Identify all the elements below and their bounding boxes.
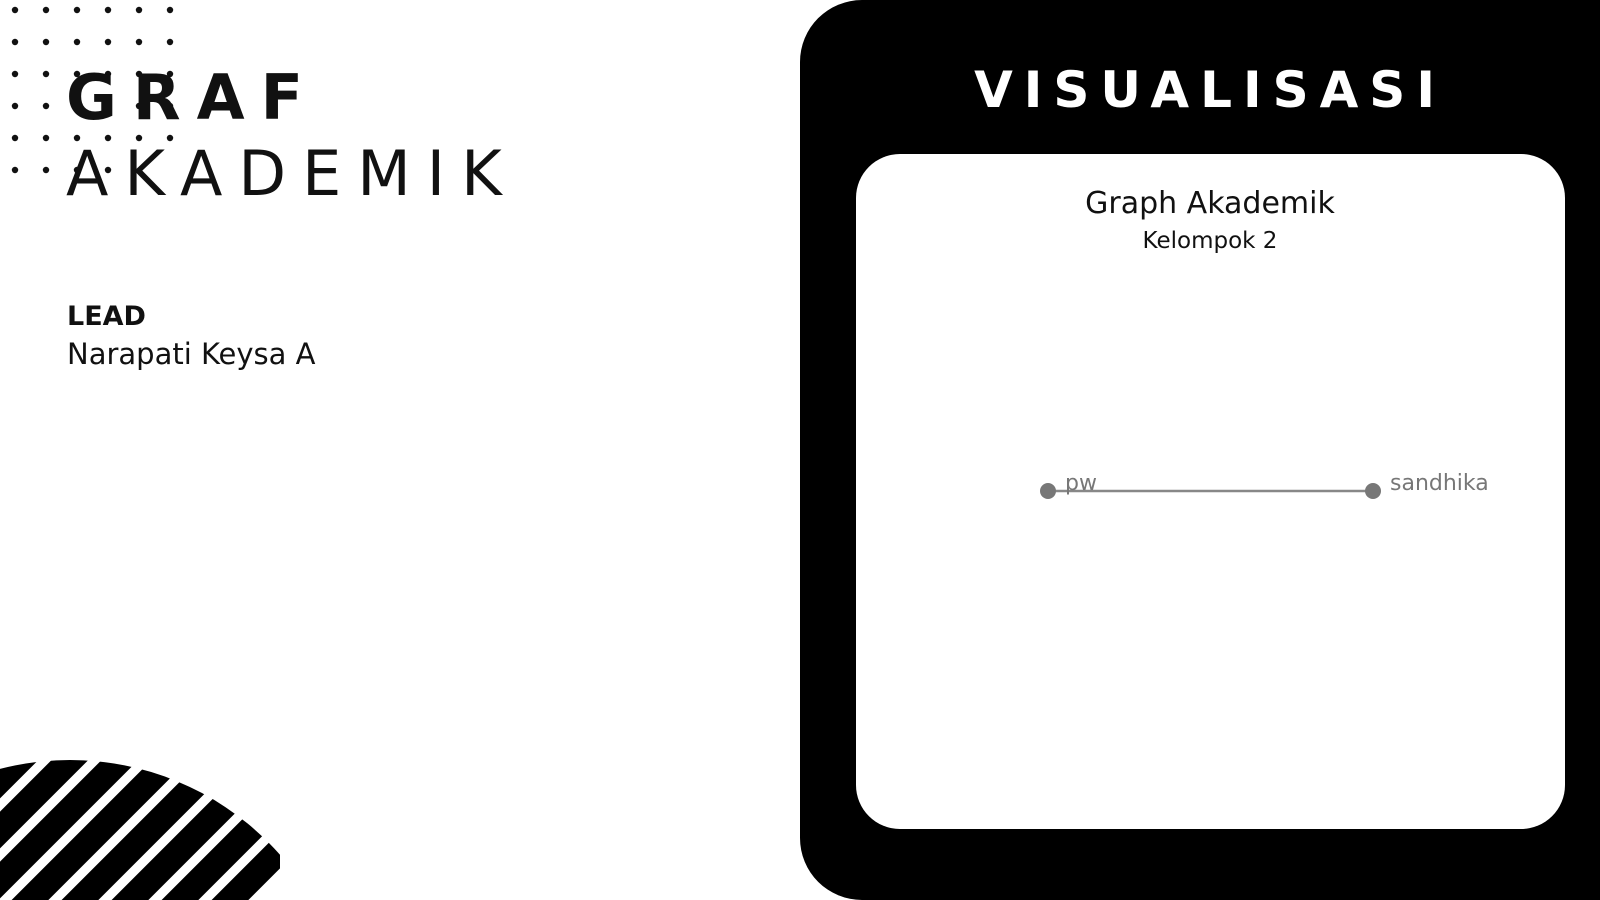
graph-node-label-pw: pw <box>1065 471 1097 496</box>
graph-canvas: Graph Akademik Kelompok 2 pw sandhika <box>1040 186 1489 499</box>
lead-name: Narapati Keysa A <box>67 337 316 371</box>
graph-node-pw <box>1040 483 1056 499</box>
graph-node-sandhika <box>1365 483 1381 499</box>
panel-heading: VISUALISASI <box>974 61 1446 119</box>
graph-nodes: pw sandhika <box>1040 471 1489 499</box>
title-line-1: GRAF <box>66 61 319 134</box>
lead-label: LEAD <box>67 301 146 332</box>
presentation-slide: GRAF AKADEMIK LEAD Narapati Keysa A VISU… <box>0 0 1600 900</box>
title-line-2: AKADEMIK <box>66 137 518 210</box>
visualization-panel: VISUALISASI Graph Akademik Kelompok 2 pw… <box>800 0 1600 900</box>
graph-subtitle: Kelompok 2 <box>1143 228 1278 254</box>
graph-node-label-sandhika: sandhika <box>1390 471 1489 496</box>
graph-card: Graph Akademik Kelompok 2 pw sandhika <box>856 154 1565 829</box>
decorative-striped-circle <box>0 760 280 900</box>
lead-block: LEAD Narapati Keysa A <box>67 300 316 374</box>
slide-title: GRAF AKADEMIK <box>66 60 518 212</box>
graph-title: Graph Akademik <box>1085 186 1335 221</box>
